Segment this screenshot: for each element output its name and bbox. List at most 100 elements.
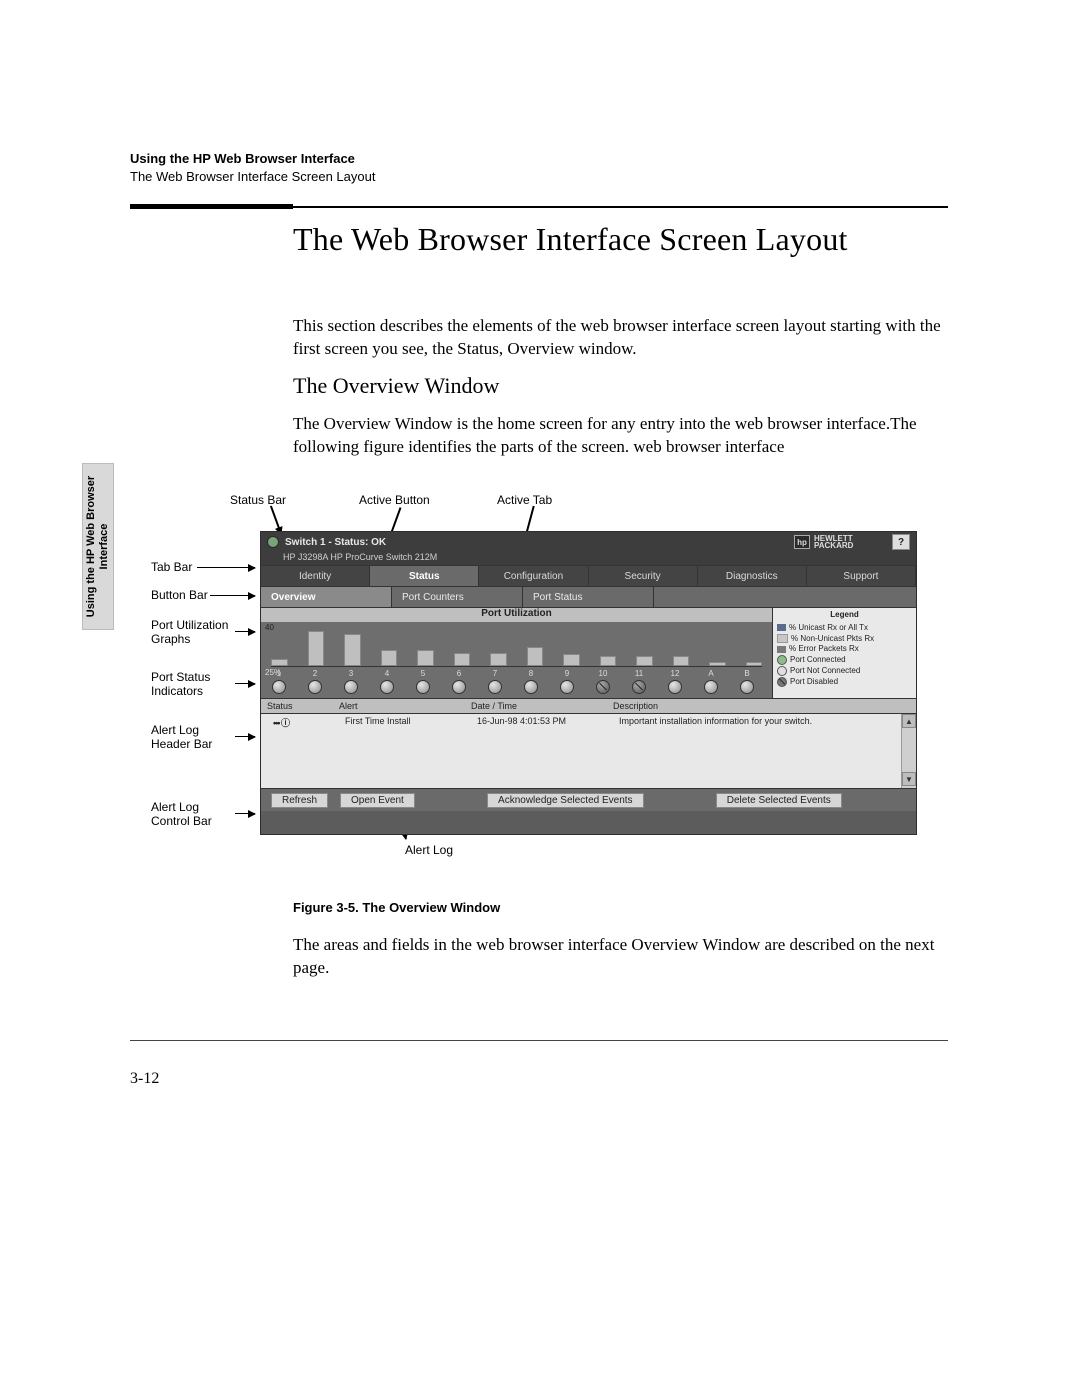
bar-port-2: [308, 631, 325, 666]
callout-active-button: Active Button: [359, 493, 430, 507]
btn-port-status[interactable]: Port Status: [523, 587, 654, 607]
port-indicator-12: 12: [667, 669, 683, 694]
port-led-icon: [704, 680, 718, 694]
refresh-button[interactable]: Refresh: [271, 793, 328, 808]
header-line2: The Web Browser Interface Screen Layout: [130, 168, 375, 186]
screenshot-overview: Switch 1 - Status: OK hp HEWLETT PACKARD…: [260, 531, 917, 835]
bar-port-12: [673, 656, 690, 666]
device-subtitle: HP J3298A HP ProCurve Switch 212M: [261, 552, 916, 565]
port-led-icon: [596, 680, 610, 694]
callout-port-util: Port Utilization Graphs: [151, 618, 228, 646]
rule-thin-bottom: [130, 1040, 948, 1041]
cell-desc: Important installation information for y…: [613, 716, 910, 729]
port-indicator-A: A: [703, 669, 719, 694]
bar-port-11: [636, 656, 653, 666]
intro-paragraph: This section describes the elements of t…: [293, 315, 948, 361]
port-indicator-10: 10: [595, 669, 611, 694]
port-indicator-1: 1: [271, 669, 287, 694]
bar-port-4: [381, 650, 398, 666]
port-indicator-5: 5: [415, 669, 431, 694]
btn-overview[interactable]: Overview: [261, 587, 392, 607]
tab-status[interactable]: Status: [370, 566, 479, 586]
port-indicator-11: 11: [631, 669, 647, 694]
delete-events-button[interactable]: Delete Selected Events: [716, 793, 842, 808]
legend-item: Port Connected: [790, 655, 846, 664]
status-text: Switch 1 - Status: OK: [285, 537, 386, 548]
port-led-icon: [452, 680, 466, 694]
callout-alert-hdr: Alert Log Header Bar: [151, 723, 212, 751]
side-thumb-tab: Using the HP Web Browser Interface: [82, 463, 114, 630]
port-indicator-4: 4: [379, 669, 395, 694]
bar-port-1: [271, 659, 288, 666]
following-paragraph: The areas and fields in the web browser …: [293, 934, 948, 980]
status-ok-icon: [267, 536, 279, 548]
port-indicator-2: 2: [307, 669, 323, 694]
help-button[interactable]: ?: [892, 534, 910, 550]
col-status: Status: [261, 701, 333, 711]
port-indicator-9: 9: [559, 669, 575, 694]
port-indicator-3: 3: [343, 669, 359, 694]
open-event-button[interactable]: Open Event: [340, 793, 415, 808]
legend-item: Port Disabled: [790, 677, 838, 686]
legend-item: % Error Packets Rx: [789, 644, 859, 653]
bar-port-3: [344, 634, 361, 666]
scroll-up-icon[interactable]: ▲: [902, 714, 916, 728]
port-led-icon: [632, 680, 646, 694]
port-led-icon: [560, 680, 574, 694]
port-indicator-6: 6: [451, 669, 467, 694]
tab-support[interactable]: Support: [807, 566, 916, 586]
port-led-icon: [380, 680, 394, 694]
running-header: Using the HP Web Browser Interface The W…: [130, 150, 375, 185]
legend: Legend % Unicast Rx or All Tx % Non-Unic…: [773, 608, 916, 698]
figure-overview-window: Status Bar Active Button Active Tab Tab …: [135, 485, 950, 855]
alert-status-icon: ••• ⓘ: [267, 716, 339, 729]
table-row[interactable]: ••• ⓘ First Time Install 16-Jun-98 4:01:…: [267, 716, 910, 729]
col-date: Date / Time: [465, 701, 607, 711]
alert-log-header: Status Alert Date / Time Description: [261, 699, 916, 714]
bar-port-A: [709, 662, 726, 666]
rule-thin-top: [293, 206, 948, 208]
arrow: [235, 683, 255, 684]
arrow: [197, 567, 255, 568]
alert-log-control-bar: Refresh Open Event Acknowledge Selected …: [261, 788, 916, 811]
status-bar: Switch 1 - Status: OK hp HEWLETT PACKARD…: [261, 532, 916, 552]
figure-caption: Figure 3-5. The Overview Window: [293, 900, 500, 915]
tab-diagnostics[interactable]: Diagnostics: [698, 566, 807, 586]
bar-port-10: [600, 656, 617, 666]
arrow: [235, 736, 255, 737]
alert-log-body: ••• ⓘ First Time Install 16-Jun-98 4:01:…: [261, 714, 916, 788]
col-alert: Alert: [333, 701, 465, 711]
callout-active-tab: Active Tab: [497, 493, 552, 507]
port-led-icon: [308, 680, 322, 694]
led-row: 123456789101112AB: [271, 669, 762, 694]
callout-button-bar: Button Bar: [151, 588, 208, 602]
scroll-down-icon[interactable]: ▼: [902, 772, 916, 786]
legend-title: Legend: [777, 610, 912, 621]
port-utilization-panel: Port Utilization 40 25% 123456789101112A…: [261, 608, 916, 699]
tab-identity[interactable]: Identity: [261, 566, 370, 586]
page-number: 3-12: [130, 1070, 159, 1088]
bar-port-9: [563, 654, 580, 666]
col-desc: Description: [607, 701, 916, 711]
tab-security[interactable]: Security: [589, 566, 698, 586]
ack-events-button[interactable]: Acknowledge Selected Events: [487, 793, 644, 808]
callout-alert-log: Alert Log: [405, 843, 453, 857]
port-utilization-graph: Port Utilization 40 25% 123456789101112A…: [261, 608, 773, 698]
tab-bar: Identity Status Configuration Security D…: [261, 565, 916, 587]
port-led-icon: [416, 680, 430, 694]
tab-configuration[interactable]: Configuration: [479, 566, 588, 586]
cell-alert: First Time Install: [339, 716, 471, 729]
port-led-icon: [524, 680, 538, 694]
bar-port-6: [454, 653, 471, 666]
arrow: [235, 813, 255, 814]
btn-port-counters[interactable]: Port Counters: [392, 587, 523, 607]
scrollbar[interactable]: ▲ ▼: [901, 714, 916, 788]
callout-alert-ctrl: Alert Log Control Bar: [151, 800, 212, 828]
arrow: [210, 595, 255, 596]
callout-status-bar: Status Bar: [230, 493, 286, 507]
header-line1: Using the HP Web Browser Interface: [130, 150, 375, 168]
section-title: The Web Browser Interface Screen Layout: [293, 222, 913, 258]
callout-port-status: Port Status Indicators: [151, 670, 210, 698]
port-led-icon: [344, 680, 358, 694]
callout-tab-bar: Tab Bar: [151, 560, 192, 574]
